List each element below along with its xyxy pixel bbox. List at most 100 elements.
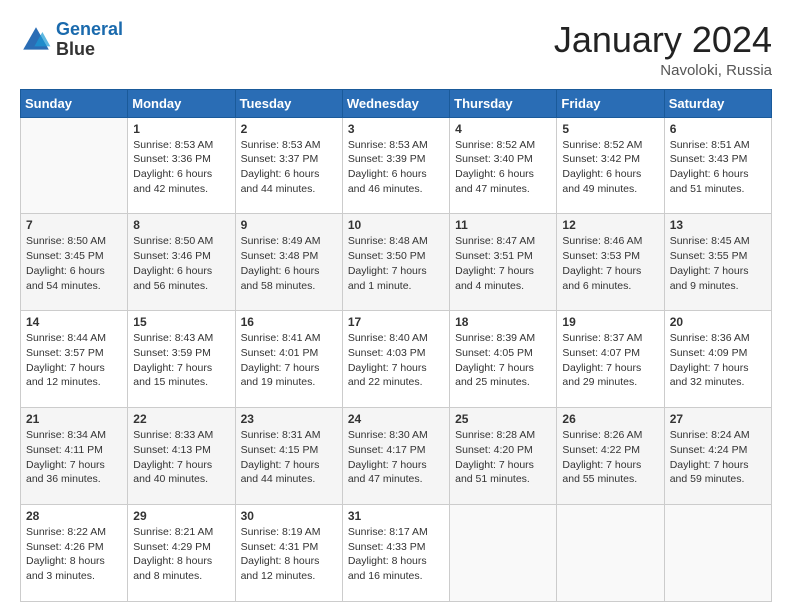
day-number: 1: [133, 122, 229, 136]
calendar-cell: 2 Sunrise: 8:53 AMSunset: 3:37 PMDaylight…: [235, 117, 342, 214]
calendar-cell: 15 Sunrise: 8:43 AMSunset: 3:59 PMDayligh…: [128, 311, 235, 408]
calendar-cell: 31Sunrise: 8:17 AMSunset: 4:33 PMDayligh…: [342, 505, 449, 602]
calendar-cell: 22 Sunrise: 8:33 AMSunset: 4:13 PMDayligh…: [128, 408, 235, 505]
day-info: Sunrise: 8:48 AMSunset: 3:50 PMDaylight:…: [348, 234, 444, 293]
day-info: Sunrise: 8:44 AMSunset: 3:57 PMDaylight:…: [26, 331, 122, 390]
calendar-cell: 11Sunrise: 8:47 AMSunset: 3:51 PMDayligh…: [450, 214, 557, 311]
day-number: 31: [348, 509, 444, 523]
calendar-cell: 20 Sunrise: 8:36 AMSunset: 4:09 PMDayligh…: [664, 311, 771, 408]
header: General Blue January 2024 Navoloki, Russ…: [20, 20, 772, 79]
day-number: 9: [241, 218, 337, 232]
day-info: Sunrise: 8:21 AMSunset: 4:29 PMDaylight:…: [133, 525, 229, 584]
calendar-cell: 4 Sunrise: 8:52 AMSunset: 3:40 PMDaylight…: [450, 117, 557, 214]
col-header-monday: Monday: [128, 89, 235, 117]
day-number: 2: [241, 122, 337, 136]
main-title: January 2024: [554, 20, 772, 60]
day-number: 18: [455, 315, 551, 329]
calendar-cell: 29 Sunrise: 8:21 AMSunset: 4:29 PMDayligh…: [128, 505, 235, 602]
day-info: Sunrise: 8:36 AMSunset: 4:09 PMDaylight:…: [670, 331, 766, 390]
calendar-cell: [664, 505, 771, 602]
day-number: 28: [26, 509, 122, 523]
day-info: Sunrise: 8:34 AMSunset: 4:11 PMDaylight:…: [26, 428, 122, 487]
day-number: 16: [241, 315, 337, 329]
day-number: 4: [455, 122, 551, 136]
week-row-2: 7 Sunrise: 8:50 AMSunset: 3:45 PMDaylight…: [21, 214, 772, 311]
day-info: Sunrise: 8:37 AMSunset: 4:07 PMDaylight:…: [562, 331, 658, 390]
day-info: Sunrise: 8:50 AMSunset: 3:45 PMDaylight:…: [26, 234, 122, 293]
logo-icon: [20, 24, 52, 56]
calendar-cell: 9 Sunrise: 8:49 AMSunset: 3:48 PMDaylight…: [235, 214, 342, 311]
calendar-cell: 16Sunrise: 8:41 AMSunset: 4:01 PMDayligh…: [235, 311, 342, 408]
logo-text: General Blue: [56, 20, 123, 60]
day-number: 19: [562, 315, 658, 329]
calendar-cell: 23Sunrise: 8:31 AMSunset: 4:15 PMDayligh…: [235, 408, 342, 505]
day-info: Sunrise: 8:43 AMSunset: 3:59 PMDaylight:…: [133, 331, 229, 390]
day-number: 21: [26, 412, 122, 426]
calendar-cell: 26 Sunrise: 8:26 AMSunset: 4:22 PMDayligh…: [557, 408, 664, 505]
day-info: Sunrise: 8:45 AMSunset: 3:55 PMDaylight:…: [670, 234, 766, 293]
day-number: 15: [133, 315, 229, 329]
calendar-cell: 19 Sunrise: 8:37 AMSunset: 4:07 PMDayligh…: [557, 311, 664, 408]
day-info: Sunrise: 8:24 AMSunset: 4:24 PMDaylight:…: [670, 428, 766, 487]
day-info: Sunrise: 8:53 AMSunset: 3:39 PMDaylight:…: [348, 138, 444, 197]
day-info: Sunrise: 8:22 AMSunset: 4:26 PMDaylight:…: [26, 525, 122, 584]
week-row-3: 14 Sunrise: 8:44 AMSunset: 3:57 PMDayligh…: [21, 311, 772, 408]
week-row-1: 1 Sunrise: 8:53 AMSunset: 3:36 PMDaylight…: [21, 117, 772, 214]
day-info: Sunrise: 8:28 AMSunset: 4:20 PMDaylight:…: [455, 428, 551, 487]
col-header-friday: Friday: [557, 89, 664, 117]
day-number: 22: [133, 412, 229, 426]
week-row-4: 21 Sunrise: 8:34 AMSunset: 4:11 PMDayligh…: [21, 408, 772, 505]
day-number: 5: [562, 122, 658, 136]
col-header-wednesday: Wednesday: [342, 89, 449, 117]
day-info: Sunrise: 8:46 AMSunset: 3:53 PMDaylight:…: [562, 234, 658, 293]
day-number: 14: [26, 315, 122, 329]
calendar-cell: 18 Sunrise: 8:39 AMSunset: 4:05 PMDayligh…: [450, 311, 557, 408]
header-row: SundayMondayTuesdayWednesdayThursdayFrid…: [21, 89, 772, 117]
calendar-cell: [21, 117, 128, 214]
day-info: Sunrise: 8:49 AMSunset: 3:48 PMDaylight:…: [241, 234, 337, 293]
sub-title: Navoloki, Russia: [554, 62, 772, 79]
page: General Blue January 2024 Navoloki, Russ…: [0, 0, 792, 612]
calendar-cell: 13 Sunrise: 8:45 AMSunset: 3:55 PMDayligh…: [664, 214, 771, 311]
calendar-cell: 17Sunrise: 8:40 AMSunset: 4:03 PMDayligh…: [342, 311, 449, 408]
day-info: Sunrise: 8:50 AMSunset: 3:46 PMDaylight:…: [133, 234, 229, 293]
calendar-cell: 10 Sunrise: 8:48 AMSunset: 3:50 PMDayligh…: [342, 214, 449, 311]
calendar-cell: 12Sunrise: 8:46 AMSunset: 3:53 PMDayligh…: [557, 214, 664, 311]
calendar-cell: 21 Sunrise: 8:34 AMSunset: 4:11 PMDayligh…: [21, 408, 128, 505]
day-number: 30: [241, 509, 337, 523]
day-number: 26: [562, 412, 658, 426]
week-row-5: 28 Sunrise: 8:22 AMSunset: 4:26 PMDayligh…: [21, 505, 772, 602]
calendar-cell: [557, 505, 664, 602]
col-header-tuesday: Tuesday: [235, 89, 342, 117]
col-header-thursday: Thursday: [450, 89, 557, 117]
day-number: 25: [455, 412, 551, 426]
day-number: 24: [348, 412, 444, 426]
calendar-cell: 3 Sunrise: 8:53 AMSunset: 3:39 PMDaylight…: [342, 117, 449, 214]
day-info: Sunrise: 8:26 AMSunset: 4:22 PMDaylight:…: [562, 428, 658, 487]
calendar-cell: 5Sunrise: 8:52 AMSunset: 3:42 PMDaylight…: [557, 117, 664, 214]
day-number: 10: [348, 218, 444, 232]
calendar-cell: 1 Sunrise: 8:53 AMSunset: 3:36 PMDaylight…: [128, 117, 235, 214]
calendar-cell: 27Sunrise: 8:24 AMSunset: 4:24 PMDayligh…: [664, 408, 771, 505]
day-info: Sunrise: 8:53 AMSunset: 3:36 PMDaylight:…: [133, 138, 229, 197]
logo: General Blue: [20, 20, 123, 60]
day-number: 17: [348, 315, 444, 329]
calendar-cell: 28 Sunrise: 8:22 AMSunset: 4:26 PMDayligh…: [21, 505, 128, 602]
day-number: 3: [348, 122, 444, 136]
calendar-cell: 30Sunrise: 8:19 AMSunset: 4:31 PMDayligh…: [235, 505, 342, 602]
calendar-cell: 7 Sunrise: 8:50 AMSunset: 3:45 PMDaylight…: [21, 214, 128, 311]
day-number: 29: [133, 509, 229, 523]
calendar-cell: 14 Sunrise: 8:44 AMSunset: 3:57 PMDayligh…: [21, 311, 128, 408]
day-info: Sunrise: 8:30 AMSunset: 4:17 PMDaylight:…: [348, 428, 444, 487]
day-number: 7: [26, 218, 122, 232]
day-info: Sunrise: 8:33 AMSunset: 4:13 PMDaylight:…: [133, 428, 229, 487]
calendar-cell: [450, 505, 557, 602]
calendar-cell: 8Sunrise: 8:50 AMSunset: 3:46 PMDaylight…: [128, 214, 235, 311]
day-info: Sunrise: 8:52 AMSunset: 3:40 PMDaylight:…: [455, 138, 551, 197]
day-info: Sunrise: 8:51 AMSunset: 3:43 PMDaylight:…: [670, 138, 766, 197]
day-number: 13: [670, 218, 766, 232]
day-number: 20: [670, 315, 766, 329]
calendar-table: SundayMondayTuesdayWednesdayThursdayFrid…: [20, 89, 772, 602]
day-info: Sunrise: 8:39 AMSunset: 4:05 PMDaylight:…: [455, 331, 551, 390]
day-info: Sunrise: 8:53 AMSunset: 3:37 PMDaylight:…: [241, 138, 337, 197]
